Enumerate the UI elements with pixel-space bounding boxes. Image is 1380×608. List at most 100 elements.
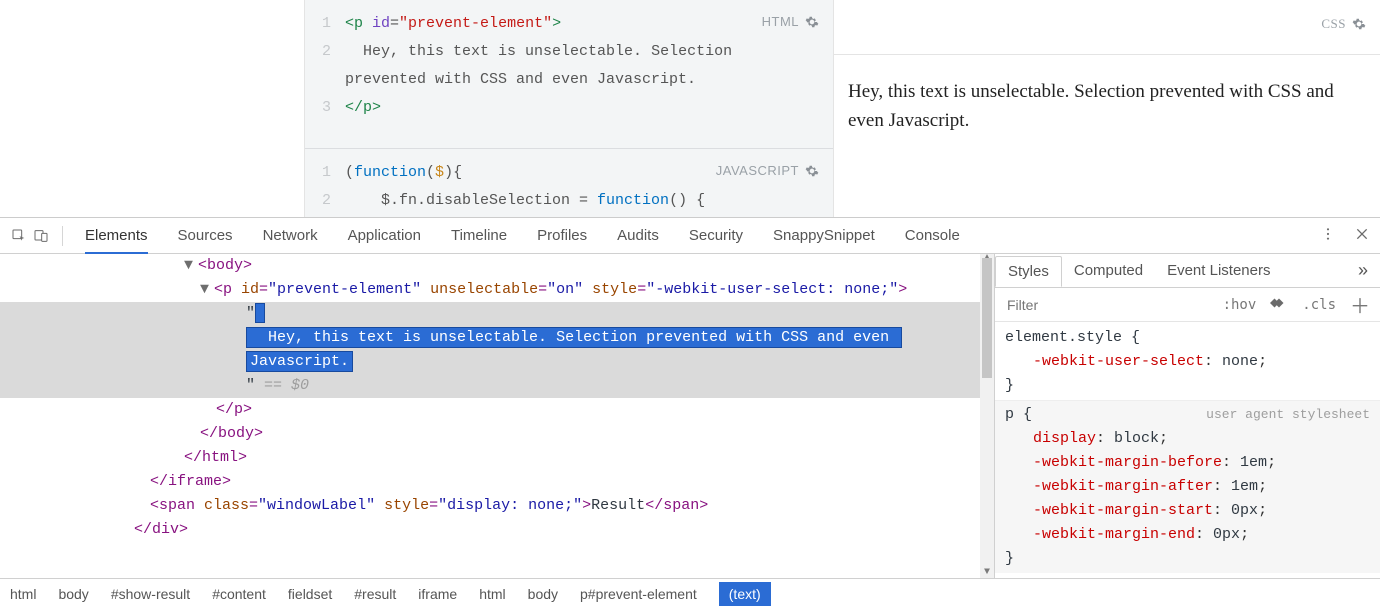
scroll-down-icon[interactable]: ▼ <box>980 566 994 578</box>
code-text: Hey, this text is unselectable. Selectio… <box>345 38 833 94</box>
tab-audits[interactable]: Audits <box>617 219 659 253</box>
devtools-body: ⋯ ▼<body> ▼<p id="prevent-element" unsel… <box>0 254 1380 578</box>
crumb-iframe[interactable]: iframe <box>418 586 457 602</box>
crumb-body[interactable]: body <box>528 586 558 602</box>
code-token: </p> <box>345 99 381 116</box>
dom-token: </body> <box>200 425 263 442</box>
close-icon[interactable] <box>1354 226 1370 245</box>
code-token: id <box>372 15 390 32</box>
crumb--result[interactable]: #result <box>354 586 396 602</box>
css-value: 1em <box>1231 478 1258 495</box>
crumb-html[interactable]: html <box>479 586 505 602</box>
crumb-html[interactable]: html <box>10 586 36 602</box>
code-token: "prevent-element" <box>399 15 552 32</box>
css-selector: p { <box>1005 406 1032 423</box>
crumb--content[interactable]: #content <box>212 586 266 602</box>
code-token: ){ <box>444 164 462 181</box>
cls-toggle[interactable]: .cls <box>1302 297 1336 313</box>
result-panel: CSS Hey, this text is unselectable. Sele… <box>834 0 1380 217</box>
css-prop[interactable]: -webkit-user-select <box>1033 353 1204 370</box>
js-panel-label: JAVASCRIPT <box>716 163 819 178</box>
dom-val: "windowLabel" <box>258 497 375 514</box>
tab-sources[interactable]: Sources <box>178 219 233 253</box>
dom-val: "display: none;" <box>438 497 582 514</box>
gear-icon[interactable] <box>805 164 819 178</box>
dom-val: "prevent-element" <box>268 281 421 298</box>
code-token: $.fn.disableSelection = <box>345 192 597 209</box>
css-prop: -webkit-margin-start <box>1033 502 1213 519</box>
panel-label-text: CSS <box>1321 14 1346 34</box>
dom-attr: id <box>241 281 259 298</box>
dom-attr: unselectable <box>430 281 538 298</box>
fiddle-left-blank <box>0 0 304 217</box>
tab-elements[interactable]: Elements <box>85 219 148 254</box>
divider <box>834 54 1380 55</box>
styles-tab-computed[interactable]: Computed <box>1062 256 1155 285</box>
gear-icon[interactable] <box>1352 17 1366 31</box>
tab-timeline[interactable]: Timeline <box>451 219 507 253</box>
crumb-fieldset[interactable]: fieldset <box>288 586 332 602</box>
dom-val: "on" <box>547 281 583 298</box>
dom-tree-panel[interactable]: ⋯ ▼<body> ▼<p id="prevent-element" unsel… <box>0 254 994 578</box>
styles-filter-input[interactable] <box>1005 296 1209 314</box>
tab-security[interactable]: Security <box>689 219 743 253</box>
css-prop: display <box>1033 430 1096 447</box>
more-tabs-icon[interactable]: » <box>1346 260 1380 281</box>
html-editor-panel[interactable]: HTML 1<p id="prevent-element"> 2 Hey, th… <box>305 0 833 148</box>
tab-snappysnippet[interactable]: SnappySnippet <box>773 219 875 253</box>
styles-tabs: StylesComputedEvent Listeners » <box>995 254 1380 288</box>
css-brace: } <box>1005 550 1014 567</box>
dom-quote: " <box>246 305 255 322</box>
fiddle-area: HTML 1<p id="prevent-element"> 2 Hey, th… <box>0 0 1380 218</box>
kebab-menu-icon[interactable] <box>1320 226 1336 245</box>
tab-profiles[interactable]: Profiles <box>537 219 587 253</box>
tab-console[interactable]: Console <box>905 219 960 253</box>
styles-tab-event-listeners[interactable]: Event Listeners <box>1155 256 1282 285</box>
scroll-thumb[interactable] <box>982 258 992 378</box>
dom-token: </html> <box>184 449 247 466</box>
selected-dom-node[interactable]: " Hey, this text is unselectable. Select… <box>0 302 980 398</box>
css-prop: -webkit-margin-end <box>1033 526 1195 543</box>
breadcrumbs: html body #show-result #content fieldset #res… <box>0 578 1380 608</box>
dom-attr: class <box>204 497 249 514</box>
hov-toggle[interactable]: :hov <box>1223 297 1257 313</box>
css-brace: } <box>1005 377 1014 394</box>
styles-tab-styles[interactable]: Styles <box>995 256 1062 287</box>
code-token: function <box>354 164 426 181</box>
css-value: 0px <box>1213 526 1240 543</box>
cursor-mark <box>255 303 265 323</box>
dom-attr: style <box>592 281 637 298</box>
styles-panel: StylesComputedEvent Listeners » :hov .cls… <box>994 254 1380 578</box>
crumb-body[interactable]: body <box>58 586 88 602</box>
tab-application[interactable]: Application <box>348 219 421 253</box>
tab-network[interactable]: Network <box>263 219 318 253</box>
devtools-tabs: Elements Sources Network Application Timelin… <box>85 219 960 253</box>
code-token: <p <box>345 15 372 32</box>
panel-label-text: HTML <box>762 14 799 29</box>
add-rule-icon[interactable]: ＋ <box>1350 290 1370 319</box>
result-text: Hey, this text is unselectable. Selectio… <box>848 81 1334 131</box>
fiddle-center-column: HTML 1<p id="prevent-element"> 2 Hey, th… <box>304 0 834 217</box>
html-code: 1<p id="prevent-element"> 2 Hey, this te… <box>305 0 833 122</box>
css-value[interactable]: none <box>1222 353 1258 370</box>
dom-selected-text: Hey, this text is unselectable. Selectio… <box>246 327 902 372</box>
dom-token: </div> <box>134 521 188 538</box>
css-rules[interactable]: element.style { -webkit-user-select: non… <box>995 322 1380 578</box>
dom-quote: " <box>246 377 255 394</box>
crumb--text-[interactable]: (text) <box>719 582 771 606</box>
crumb--show-result[interactable]: #show-result <box>111 586 190 602</box>
inspect-icon[interactable] <box>10 227 28 245</box>
styles-filter-row: :hov .cls ＋ <box>995 288 1380 322</box>
js-code: 1(function($){ 2 $.fn.disableSelection =… <box>305 149 833 215</box>
gear-icon[interactable] <box>805 15 819 29</box>
scrollbar[interactable]: ▲ ▼ <box>980 254 994 578</box>
css-panel-label: CSS <box>1321 14 1366 34</box>
rhombus-icon[interactable] <box>1270 296 1288 313</box>
dom-dollar0: == $0 <box>255 377 309 394</box>
code-token: ( <box>426 164 435 181</box>
crumb-p-prevent-element[interactable]: p#prevent-element <box>580 586 697 602</box>
js-editor-panel[interactable]: JAVASCRIPT 1(function($){ 2 $.fn.disable… <box>305 148 833 217</box>
css-value: block <box>1114 430 1159 447</box>
separator <box>62 226 63 246</box>
device-toggle-icon[interactable] <box>32 227 50 245</box>
